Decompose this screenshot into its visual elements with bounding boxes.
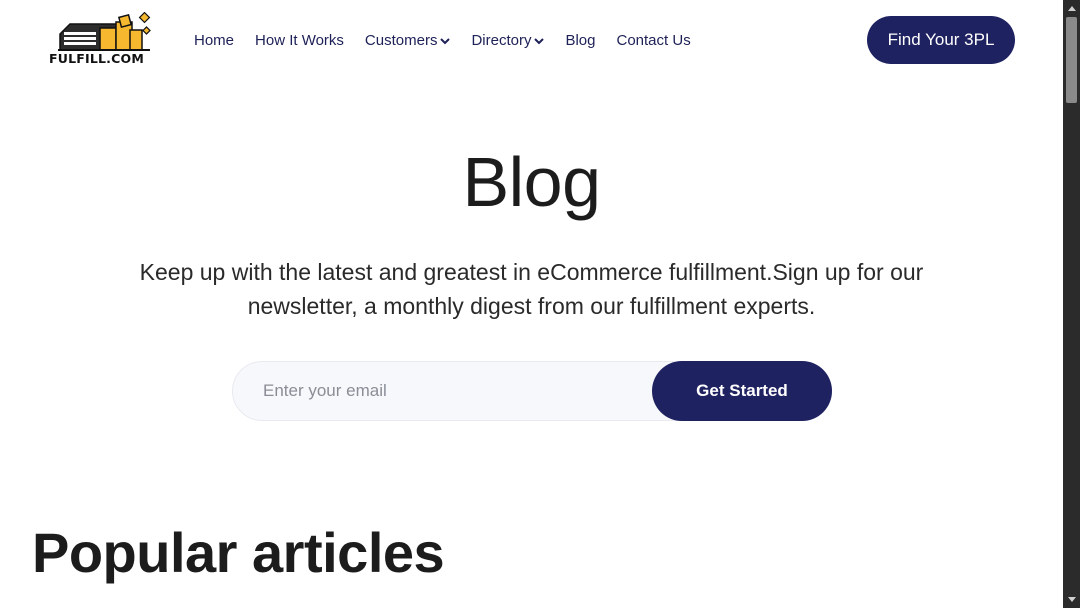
nav-home-label: Home bbox=[194, 32, 235, 49]
nav-customers[interactable]: Customers bbox=[365, 32, 451, 49]
logo-text: FULFILL.COM bbox=[49, 51, 144, 66]
logo[interactable]: FULFILL.COM bbox=[48, 12, 152, 66]
nav-blog[interactable]: Blog bbox=[565, 32, 595, 49]
chevron-down-icon bbox=[534, 32, 545, 49]
warehouse-logo-icon bbox=[58, 12, 151, 51]
nav-directory[interactable]: Directory bbox=[471, 32, 545, 49]
get-started-button[interactable]: Get Started bbox=[652, 361, 832, 421]
triangle-down-icon[interactable] bbox=[1063, 591, 1080, 608]
nav-blog-label: Blog bbox=[565, 32, 596, 49]
nav-directory-label: Directory bbox=[471, 32, 532, 49]
triangle-up-icon[interactable] bbox=[1063, 0, 1080, 17]
nav-customers-label: Customers bbox=[364, 32, 438, 49]
nav-how-it-works-label: How It Works bbox=[255, 32, 344, 49]
page-title: Blog bbox=[462, 143, 601, 221]
nav-home[interactable]: Home bbox=[194, 32, 234, 49]
main-nav: Home How It Works Customers Directory Bl… bbox=[194, 32, 712, 49]
scrollbar-thumb[interactable] bbox=[1066, 17, 1077, 103]
popular-articles-heading: Popular articles bbox=[32, 521, 445, 584]
nav-contact-us-label: Contact Us bbox=[616, 32, 691, 49]
hero-description: Keep up with the latest and greatest in … bbox=[139, 259, 924, 319]
nav-contact-us[interactable]: Contact Us bbox=[617, 32, 691, 49]
nav-how-it-works[interactable]: How It Works bbox=[255, 32, 344, 49]
chevron-down-icon bbox=[440, 32, 451, 49]
find-your-3pl-button[interactable]: Find Your 3PL bbox=[867, 16, 1015, 64]
newsletter-form: Get Started bbox=[232, 361, 832, 421]
vertical-scrollbar[interactable] bbox=[1063, 0, 1080, 608]
page: FULFILL.COM Home How It Works Customers … bbox=[0, 0, 1063, 608]
email-input[interactable] bbox=[263, 362, 643, 420]
